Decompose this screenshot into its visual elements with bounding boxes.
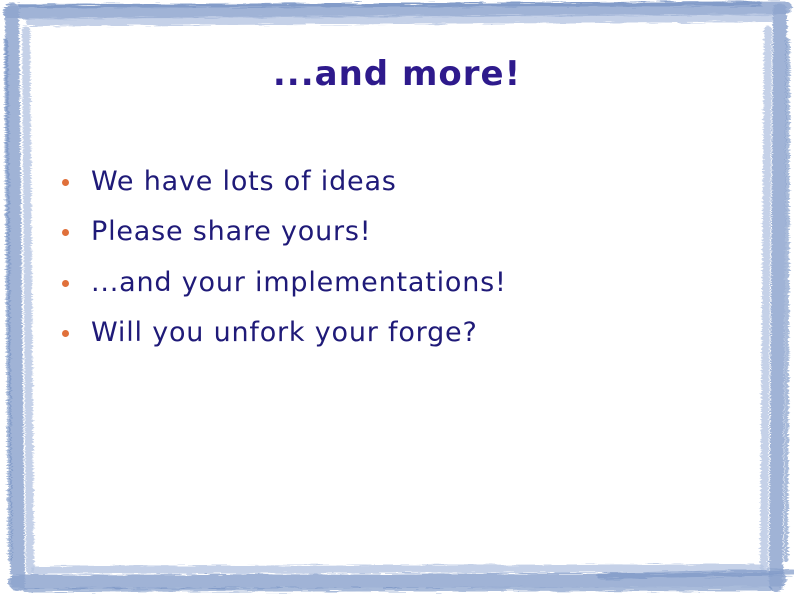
bullet-list: We have lots of ideas Please share yours…	[62, 156, 507, 358]
bullet-text: Will you unfork your forge?	[91, 317, 478, 349]
bullet-item: Will you unfork your forge?	[62, 308, 507, 359]
slide-title: ...and more!	[272, 54, 522, 94]
bullet-item: ...and your implementations!	[62, 257, 507, 308]
bullet-item: We have lots of ideas	[62, 156, 507, 207]
bullet-dot-icon	[62, 229, 69, 237]
bullet-item: Please share yours!	[62, 207, 507, 258]
bullet-text: Please share yours!	[91, 216, 372, 248]
slide: ...and more! We have lots of ideas Pleas…	[0, 0, 794, 595]
bullet-dot-icon	[62, 279, 69, 287]
bullet-dot-icon	[62, 330, 69, 338]
bullet-dot-icon	[62, 178, 69, 186]
bullet-text: ...and your implementations!	[91, 266, 507, 298]
bullet-text: We have lots of ideas	[91, 165, 397, 197]
